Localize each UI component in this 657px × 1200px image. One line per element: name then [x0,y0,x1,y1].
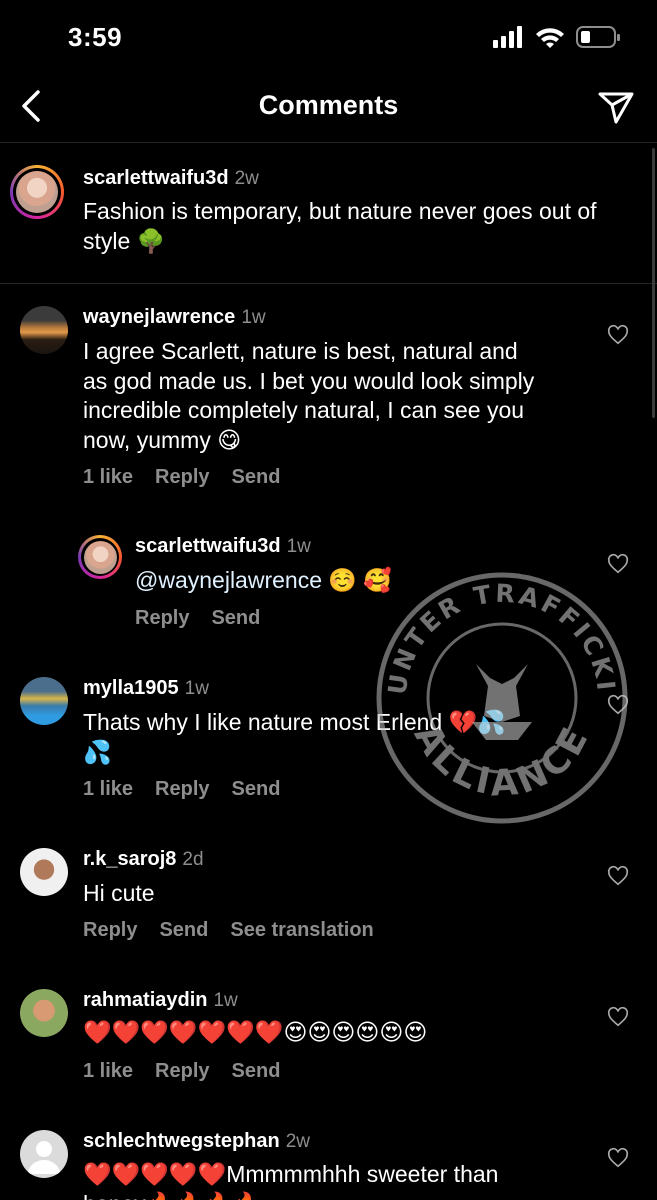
comment-text: Hi cute [83,879,155,909]
send-button[interactable]: Send [211,607,260,629]
comment-time: 1w [286,536,311,557]
comment-actions: 1 like Reply Send [83,466,302,489]
comment-actions: Reply Send [135,607,282,630]
comment-text: @waynejlawrence ☺️ 🥰 [135,566,392,596]
comment-text: I agree Scarlett, nature is best, natura… [83,337,603,455]
send-button[interactable]: Send [232,466,281,488]
avatar[interactable] [20,677,68,725]
comment-time: 1w [184,678,209,699]
battery-icon [576,26,620,48]
comment-line: Hi cute [83,880,155,906]
send-button[interactable]: Send [159,919,208,941]
avatar[interactable] [10,165,64,219]
comment-line: honey🔥🔥🔥🔥 [83,1190,603,1200]
paper-plane-icon [598,92,634,124]
header: Comments [0,70,657,143]
reply-button[interactable]: Reply [155,778,209,800]
hands-icon [472,664,532,740]
comment-text: ❤️❤️❤️❤️❤️Mmmmmhhh sweeter than honey🔥🔥🔥… [83,1160,603,1200]
wifi-icon [536,28,564,48]
reply-username[interactable]: scarlettwaifu3d 1w [135,535,311,558]
comment-line: I agree Scarlett, nature is best, natura… [83,338,518,364]
comment-time: 1w [241,307,266,328]
status-time: 3:59 [68,22,123,52]
avatar[interactable] [20,1130,68,1178]
reply-button[interactable]: Reply [155,1060,209,1082]
comment-time: 2d [182,849,204,870]
avatar[interactable] [20,848,68,896]
comment-username[interactable]: rahmatiaydin 1w [83,989,238,1012]
reply-button[interactable]: Reply [155,466,209,488]
heart-icon[interactable] [607,1147,629,1169]
comment-line: as god made us. I bet you would look sim… [83,367,535,394]
heart-icon[interactable] [607,1006,629,1028]
comment-line: ❤️❤️❤️❤️❤️Mmmmmhhh sweeter than [83,1161,499,1187]
avatar[interactable] [20,306,68,354]
default-avatar-icon [28,1141,60,1174]
comment-username[interactable]: waynejlawrence 1w [83,306,266,329]
comment-actions: Reply Send See translation [83,919,396,942]
share-button[interactable] [597,88,635,126]
comment-username[interactable]: mylla1905 1w [83,677,209,700]
likes-count[interactable]: 1 like [83,466,133,488]
comment-username[interactable]: r.k_saroj8 2d [83,848,204,871]
signal-icon [493,26,522,48]
caption-time: 2w [234,168,259,189]
comment-line: now, yummy 😋 [83,426,242,453]
reply-button[interactable]: Reply [83,919,137,941]
likes-count[interactable]: 1 like [83,1060,133,1082]
heart-icon[interactable] [607,324,629,346]
avatar[interactable] [20,989,68,1037]
scrollbar[interactable] [652,148,655,418]
status-icons [493,24,623,52]
counter-trafficking-alliance-watermark: COUNTER TRAFFICKING ALLIANCE [376,572,628,824]
page-title: Comments [258,90,399,120]
comment-username[interactable]: schlechtwegstephan 2w [83,1130,310,1153]
comment-actions: 1 like Reply Send [83,1060,302,1083]
reply-button[interactable]: Reply [135,607,189,629]
heart-icon[interactable] [607,865,629,887]
caption-username[interactable]: scarlettwaifu3d 2w [83,167,259,190]
send-button[interactable]: Send [232,1060,281,1082]
likes-count[interactable]: 1 like [83,778,133,800]
svg-text:COUNTER TRAFFICKING: COUNTER TRAFFICKING [376,572,621,697]
caption-text: Fashion is temporary, but nature never g… [83,198,597,254]
comment-time: 1w [213,990,238,1011]
watermark-top-text: COUNTER TRAFFICKING [376,572,618,697]
comment-actions: 1 like Reply Send [83,778,302,801]
comment-line: incredible completely natural, I can see… [83,397,525,423]
comment-text: ❤️❤️❤️❤️❤️❤️❤️😍😍😍😍😍😍 [83,1018,427,1048]
post-caption: scarlettwaifu3d 2w Fashion is temporary, … [0,143,657,284]
mention-link[interactable]: @waynejlawrence [135,567,322,593]
comment-line: ❤️❤️❤️❤️❤️❤️❤️😍😍😍😍😍😍 [83,1019,428,1045]
avatar[interactable] [78,535,122,579]
send-button[interactable]: Send [232,778,281,800]
see-translation-button[interactable]: See translation [230,919,373,941]
comment-time: 2w [285,1131,311,1152]
